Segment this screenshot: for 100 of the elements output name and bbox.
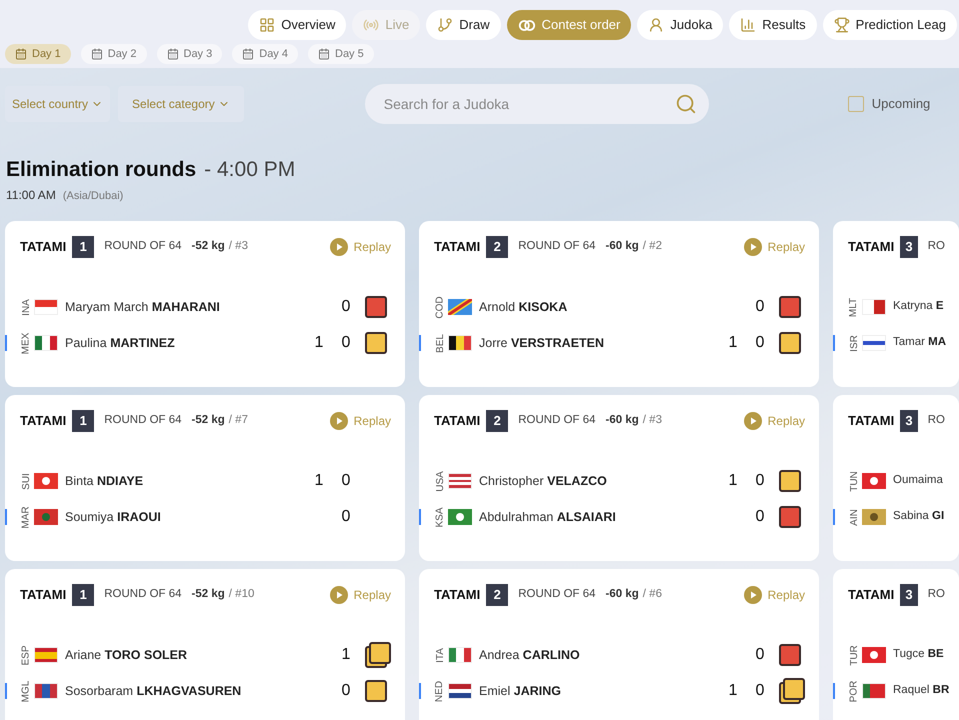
weight-label: -52 kg — [192, 587, 225, 602]
tatami-label: TATAMI — [848, 586, 894, 604]
tatami-label: TATAMI — [20, 238, 66, 256]
country-code: AIN — [848, 510, 860, 524]
upcoming-checkbox[interactable]: Upcoming — [848, 94, 930, 114]
country-code: MLT — [848, 300, 860, 314]
round-label: ROUND OF 64 — [104, 413, 182, 428]
round-label: RO — [928, 587, 945, 602]
flag-icon — [862, 509, 886, 525]
nav-tab[interactable]: Draw — [426, 10, 501, 40]
search-field[interactable]: Search for a Judoka — [364, 84, 709, 124]
play-icon — [744, 586, 762, 604]
broadcast-icon — [363, 17, 380, 33]
replay-button[interactable]: Replay — [330, 238, 391, 256]
score: 1 — [314, 333, 324, 353]
tatami-number: 2 — [486, 236, 508, 258]
penalty-card — [779, 506, 801, 528]
tatami-label: TATAMI — [434, 586, 480, 604]
score: 0 — [754, 645, 766, 665]
score: 1 — [728, 471, 738, 491]
judoka-name: Sabina GI — [893, 509, 944, 524]
checkbox[interactable] — [848, 96, 864, 112]
play-icon — [744, 412, 762, 430]
penalty-card — [365, 296, 387, 318]
flag-icon — [448, 335, 472, 351]
weight-label: -60 kg — [606, 587, 639, 602]
side-marker — [833, 335, 835, 351]
penalty-card — [779, 296, 801, 318]
flag-icon — [862, 335, 886, 351]
day-tab[interactable]: Day 2 — [80, 44, 146, 64]
replay-button[interactable]: Replay — [330, 412, 391, 430]
section-title: Elimination rounds — [6, 157, 196, 183]
penalty-card — [779, 332, 801, 354]
judoka-name: Tugce BE — [893, 647, 944, 662]
nav-tab[interactable]: Overview — [248, 10, 346, 40]
play-icon — [330, 238, 348, 256]
judoka-name: Ariane TORO SOLER — [65, 646, 188, 664]
score: 0 — [340, 681, 352, 701]
replay-button[interactable]: Replay — [744, 238, 805, 256]
tatami-label: TATAMI — [848, 412, 894, 430]
judoka-name: Raquel BR — [893, 683, 950, 698]
flag-icon — [34, 509, 58, 525]
country-code: INA — [20, 300, 32, 314]
flag-icon — [862, 473, 886, 489]
day-tab[interactable]: Day 4 — [232, 44, 298, 64]
trophy-icon — [834, 17, 850, 33]
tatami-number: 3 — [900, 410, 918, 432]
double-penalty-card — [779, 678, 805, 704]
side-marker — [5, 509, 7, 525]
penalty-card — [779, 644, 801, 666]
nav-tab[interactable]: Prediction Leag — [822, 10, 957, 40]
replay-button[interactable]: Replay — [330, 586, 391, 604]
score: 1 — [728, 681, 738, 701]
contest-number: / #7 — [228, 413, 248, 428]
judoka-name: Katryna E — [893, 299, 944, 314]
nav-tab[interactable]: Contest order — [506, 10, 632, 40]
side-marker — [419, 335, 421, 351]
country-dropdown[interactable]: Select country — [5, 86, 110, 122]
tatami-label: TATAMI — [434, 412, 480, 430]
score: 0 — [340, 471, 352, 491]
weight-label: -52 kg — [192, 239, 225, 254]
tatami-label: TATAMI — [848, 238, 894, 256]
contest-number: / #6 — [642, 587, 662, 602]
judoka-name: Paulina MARTINEZ — [65, 334, 175, 352]
grid-icon — [259, 17, 276, 33]
country-code: ESP — [20, 648, 32, 662]
day-tab[interactable]: Day 3 — [156, 44, 222, 64]
day-tab[interactable]: Day 5 — [308, 44, 374, 64]
country-code: ISR — [848, 336, 860, 350]
flag-icon — [448, 473, 472, 489]
person-icon — [648, 17, 664, 33]
tatami-number: 1 — [72, 410, 94, 432]
nav-tab[interactable]: Judoka — [637, 10, 724, 40]
judoka-name: Maryam March MAHARANI — [65, 298, 220, 316]
search-input[interactable]: Search for a Judoka — [384, 94, 675, 114]
judoka-name: Abdulrahman ALSAIARI — [479, 508, 616, 526]
day-tab[interactable]: Day 1 — [5, 44, 71, 64]
judoka-name: Oumaima — [893, 473, 943, 488]
flag-icon — [862, 683, 886, 699]
replay-button[interactable]: Replay — [744, 586, 805, 604]
score: 0 — [340, 507, 352, 527]
tatami-label: TATAMI — [20, 412, 66, 430]
flag-icon — [34, 647, 58, 663]
calendar-icon — [90, 48, 103, 60]
side-marker — [419, 509, 421, 525]
contest-number: / #10 — [228, 587, 254, 602]
weight-label: -52 kg — [192, 413, 225, 428]
score: 0 — [754, 681, 766, 701]
local-time: 11:00 AM — [6, 186, 56, 204]
round-label: RO — [928, 413, 945, 428]
play-icon — [330, 586, 348, 604]
calendar-icon — [242, 48, 254, 60]
flag-icon — [448, 299, 472, 315]
score: 0 — [754, 507, 766, 527]
category-dropdown[interactable]: Select category — [118, 86, 244, 122]
round-label: ROUND OF 64 — [104, 587, 182, 602]
nav-tab[interactable]: Results — [729, 10, 817, 40]
replay-button[interactable]: Replay — [744, 412, 805, 430]
score: 0 — [340, 297, 352, 317]
flag-icon — [448, 647, 472, 663]
